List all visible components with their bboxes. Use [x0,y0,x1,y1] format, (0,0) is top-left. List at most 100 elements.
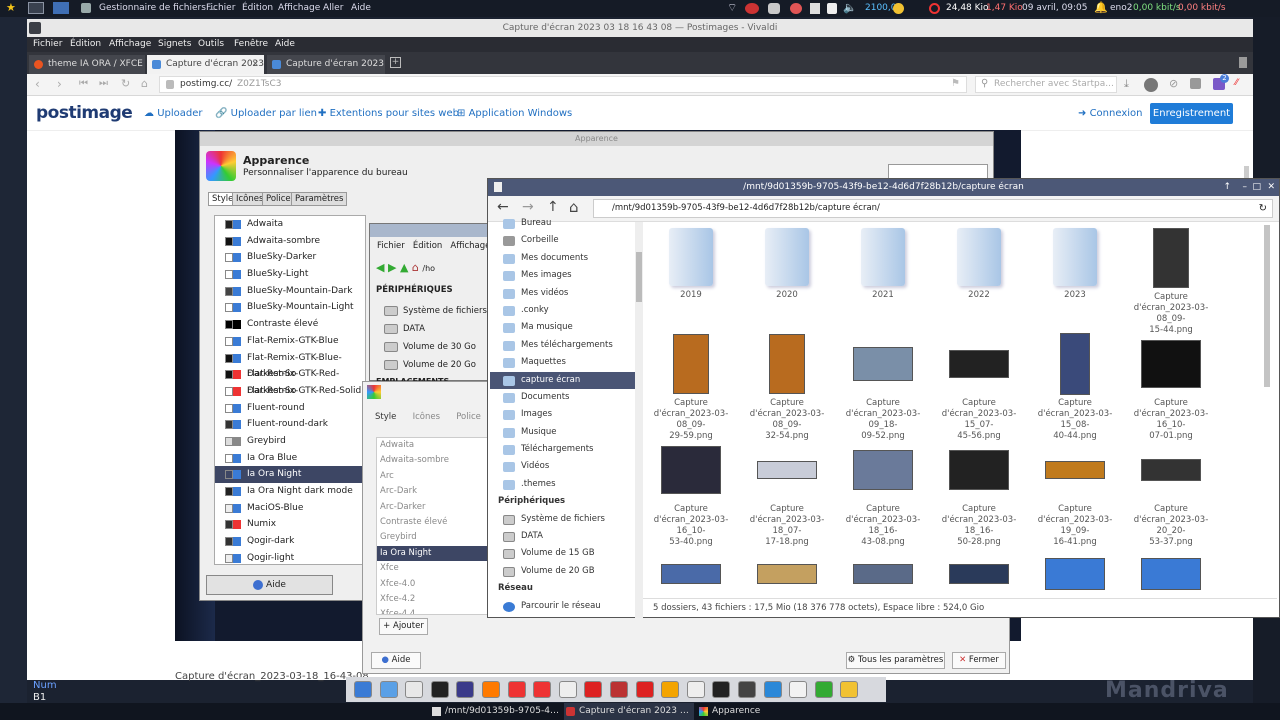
home-icon[interactable]: ⌂ [141,77,148,90]
task-browser[interactable]: Capture d'écran 2023 03 18 1... [564,703,694,720]
mini-fm-path[interactable]: /ho [422,264,435,273]
file-item[interactable]: Capture d'écran_2023-03-19_09- 16-41.png [1027,440,1123,548]
antenna-icon[interactable] [686,681,705,698]
folder-item[interactable]: 2021 [835,228,931,301]
sidebar-item[interactable]: capture écran [490,371,635,389]
sidebar-item[interactable]: Images [490,406,635,423]
theme-item[interactable]: BlueSky-Mountain-Dark [215,283,365,300]
theme-item[interactable]: BlueSky-Light [215,266,365,283]
fm-path-field[interactable]: /mnt/9d01359b-9705-43f9-be12-4d6d7f28b12… [593,199,1273,218]
forward-icon[interactable]: ▶ [388,261,396,274]
sidebar-item[interactable]: Musique [490,424,635,441]
device-item[interactable]: Volume de 30 Go [382,338,488,356]
theme-item[interactable]: Ia Ora Blue [215,450,365,467]
maximize-icon[interactable]: □ [1252,179,1261,196]
mini-menu-view[interactable]: Affichage [450,241,490,251]
file-item[interactable]: Capture d'écran_2023-03-16_10- 07-01.png [1123,334,1219,442]
weather-icon[interactable] [840,681,859,698]
theme-item[interactable]: Xfce-4.4 [377,607,487,614]
menu-help[interactable]: Aide [351,3,371,13]
vivaldi-icon[interactable] [29,22,41,34]
theme-item[interactable]: Qogir-dark [215,533,365,550]
bookmark-icon[interactable]: ⚑ [951,78,960,89]
download-icon[interactable] [789,681,808,698]
profile-icon[interactable] [1144,78,1158,92]
theme-item[interactable]: Contraste élevé [215,316,365,333]
tray-red-icon[interactable] [745,3,759,14]
theme-item[interactable]: Adwaita-sombre [377,453,487,468]
volume-icon[interactable]: 🔈 [843,1,857,14]
image-thumbnail[interactable] [757,564,817,584]
terminal-icon[interactable] [28,2,44,14]
image-thumbnail[interactable] [853,564,913,584]
add-button[interactable]: + Ajouter [379,618,428,635]
sidebar-item[interactable]: .themes [490,476,635,493]
minimize-icon[interactable]: – [1243,179,1248,196]
forward-icon[interactable]: → [522,199,534,215]
sidebar-item[interactable]: Volume de 20 GB [490,563,635,580]
download-icon[interactable]: ⤓ [1124,77,1129,91]
window-icon[interactable] [379,681,398,698]
new-tab-button[interactable]: + [390,57,401,68]
sidebar-item[interactable]: Ma musique [490,319,635,336]
file-item[interactable]: Capture d'écran_2023-03-18_16- 50-28.png [931,440,1027,548]
wifi-icon[interactable]: ⌔ [727,1,737,15]
clipboard-icon[interactable] [827,3,837,14]
theme-item[interactable]: Xfce-4.0 [377,577,487,592]
vivaldi-icon[interactable] [430,681,449,698]
theme-item[interactable]: Contraste élevé [377,515,487,530]
extensions-link[interactable]: ✚ Extentions pour sites web [318,108,459,119]
folder-item[interactable]: 2022 [931,228,1027,301]
file-item[interactable]: Capture d'écran_2023-03-08_09- 32-54.png [739,334,835,442]
theme-item[interactable]: Qogir-light [215,550,365,564]
back-icon[interactable]: ◀ [376,261,384,274]
printer-icon[interactable] [738,681,756,698]
home-icon[interactable]: ⌂ [412,261,419,274]
theme-item[interactable]: Arc-Darker [377,500,487,515]
file-item[interactable]: Capture d'écran_2023-03-08_09- 29-59.png [643,334,739,442]
bmenu-aide[interactable]: Aide [275,39,295,49]
cards-icon[interactable] [558,681,577,698]
register-button[interactable]: Enregistrement [1150,103,1233,124]
bmenu-outils[interactable]: Outils [198,39,224,49]
sidebar-item[interactable]: Système de fichiers [490,511,635,528]
sidebar-item[interactable]: Parcourir le réseau [490,598,635,615]
sidebar-item[interactable]: Mes documents [490,250,635,267]
theme-item[interactable]: Arc [377,469,487,484]
bmenu-fenetre[interactable]: Fenêtre [234,39,268,49]
thunderbird-icon[interactable] [533,681,552,698]
image-thumbnail[interactable] [1045,558,1105,590]
theme-item[interactable]: BlueSky-Mountain-Light [215,299,365,316]
postimage-logo[interactable]: postimage [36,103,133,123]
window-icon[interactable] [354,681,372,698]
theme-item[interactable]: Ia Ora Night [215,466,365,483]
image-thumbnail[interactable] [1141,558,1201,590]
theme-item[interactable]: Fluent-round [215,400,365,417]
sidebar-scrollbar[interactable] [635,222,643,618]
window-icon[interactable] [1190,78,1201,89]
globe-icon[interactable] [456,681,475,698]
help-button-2[interactable]: ● Aide [371,652,421,669]
forward-icon[interactable]: › [57,77,62,91]
close-icon[interactable]: ✕ [1267,179,1275,196]
file-item[interactable]: Capture d'écran_2023-03-08_09- 15-44.png [1123,228,1219,336]
mini-menu-file[interactable]: Fichier [377,241,405,251]
sidebar-item[interactable]: .conky [490,302,635,319]
brave-icon[interactable] [507,681,526,698]
sidebar-item[interactable]: Volume de 15 GB [490,545,635,562]
lock-icon[interactable] [166,80,174,89]
bmenu-signets[interactable]: Signets [158,39,191,49]
tray-icon-2[interactable] [790,3,802,14]
all-settings-button[interactable]: ⚙ Tous les paramètres [846,652,945,669]
back-icon[interactable]: ‹ [35,77,40,91]
sidebar-item[interactable]: Mes vidéos [490,285,635,302]
sidebar-item[interactable]: Mes téléchargements [490,337,635,354]
sidebar-item[interactable]: Téléchargements [490,441,635,458]
folder-item[interactable]: 2019 [643,228,739,301]
folder-item[interactable]: 2023 [1027,228,1123,301]
firefox-icon[interactable] [482,681,500,698]
theme-item[interactable]: Greybird [377,530,487,545]
theme-item[interactable]: Flat-Remix-GTK-Red-Solid [215,383,365,400]
sidebar-item[interactable]: DATA [490,528,635,545]
sidebar-scroll-thumb[interactable] [636,252,642,302]
